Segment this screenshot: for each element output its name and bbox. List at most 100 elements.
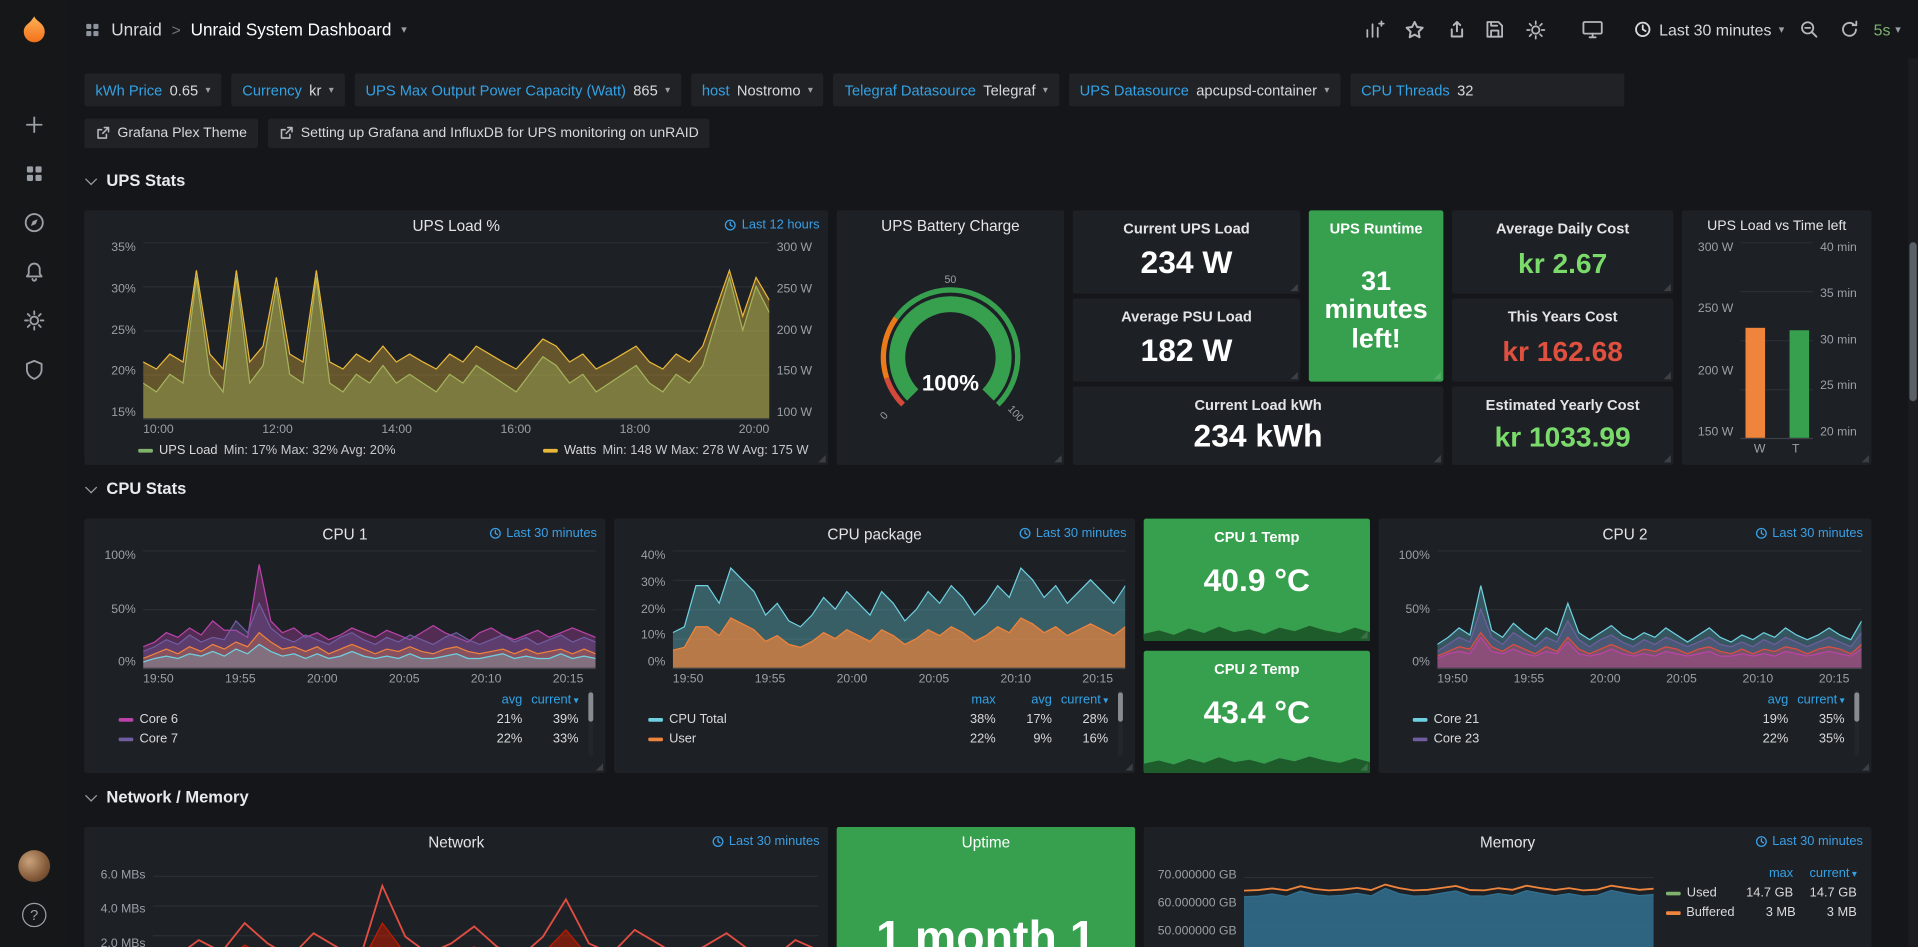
panel-time-badge[interactable]: Last 30 minutes <box>1755 834 1863 849</box>
legend-sort-current[interactable]: current <box>1788 692 1844 707</box>
dashboard-link-ups-monitoring[interactable]: Setting up Grafana and InfluxDB for UPS … <box>268 119 710 148</box>
variable-host[interactable]: host Nostromo ▾ <box>691 73 824 106</box>
bar-chart[interactable] <box>1741 242 1813 439</box>
zoom-out-button[interactable] <box>1793 13 1825 45</box>
legend-sort-current[interactable]: current <box>1052 692 1108 707</box>
series-label[interactable]: Buffered <box>1686 905 1734 920</box>
add-panel-button[interactable] <box>1358 13 1390 45</box>
series-color-swatch[interactable] <box>1666 891 1681 895</box>
panel-header[interactable]: Network Last 30 minutes <box>84 827 828 859</box>
variable-ups-max-output[interactable]: UPS Max Output Power Capacity (Watt) 865… <box>354 73 681 106</box>
variable-cpu-threads[interactable]: CPU Threads 32 <box>1350 73 1625 106</box>
panel-title[interactable]: CPU 1 Temp <box>1214 519 1299 546</box>
panel-header[interactable]: CPU package Last 30 minutes <box>614 519 1135 551</box>
sidebar-item-explore[interactable] <box>0 198 68 247</box>
series-label[interactable]: CPU Total <box>669 712 939 727</box>
cpu1-time-series[interactable] <box>143 550 596 669</box>
panel-time-badge[interactable]: Last 12 hours <box>725 218 820 233</box>
tv-mode-button[interactable] <box>1577 13 1609 45</box>
legend-item-ups-load[interactable]: UPS Load Min: 17% Max: 32% Avg: 20% <box>138 443 395 458</box>
bar-T[interactable] <box>1789 330 1809 438</box>
time-range-picker[interactable]: Last 30 minutes ▾ <box>1635 20 1785 38</box>
scrollbar-thumb[interactable] <box>588 692 593 721</box>
series-label[interactable]: Core 6 <box>139 712 466 727</box>
refresh-interval-picker[interactable]: 5s ▾ <box>1874 20 1901 38</box>
panel-title[interactable]: UPS Battery Charge <box>837 210 1065 242</box>
series-label[interactable]: Core 23 <box>1434 731 1732 746</box>
sidebar-item-dashboards[interactable] <box>0 149 68 198</box>
save-button[interactable] <box>1479 13 1511 45</box>
sidebar-item-admin[interactable] <box>0 345 68 394</box>
variable-ups-datasource[interactable]: UPS Datasource apcupsd-container ▾ <box>1069 73 1341 106</box>
panel-title[interactable]: Uptime <box>837 827 1135 859</box>
sidebar-item-alerting[interactable] <box>0 247 68 296</box>
legend-sort-max[interactable]: max <box>1730 866 1794 881</box>
variable-currency[interactable]: Currency kr ▾ <box>231 73 344 106</box>
legend-sort-avg[interactable]: avg <box>466 692 522 707</box>
series-color-swatch[interactable] <box>1413 717 1428 721</box>
panel-title[interactable]: UPS Load % <box>84 210 828 242</box>
panel-header[interactable]: UPS Battery Charge <box>837 210 1065 242</box>
variable-kwh-price[interactable]: kWh Price 0.65 ▾ <box>84 73 221 106</box>
sidebar-item-configuration[interactable] <box>0 296 68 345</box>
dashboard-link-plex-theme[interactable]: Grafana Plex Theme <box>84 119 258 148</box>
legend-scrollbar[interactable] <box>1118 690 1123 756</box>
panel-title[interactable]: Current Load kWh <box>1194 387 1321 414</box>
favorite-button[interactable] <box>1399 13 1431 45</box>
row-ups-stats[interactable]: UPS Stats <box>84 171 185 189</box>
sidebar-item-create[interactable] <box>0 100 68 149</box>
panel-header[interactable]: UPS Load % Last 12 hours <box>84 210 828 242</box>
bar-W[interactable] <box>1745 328 1765 438</box>
panel-time-badge[interactable]: Last 30 minutes <box>1019 526 1127 541</box>
panel-title[interactable]: Current UPS Load <box>1123 210 1249 237</box>
help-button[interactable]: ? <box>0 890 68 939</box>
series-color-swatch[interactable] <box>648 717 663 721</box>
panel-title[interactable]: UPS Runtime <box>1330 210 1423 237</box>
panel-title[interactable]: CPU 2 Temp <box>1214 651 1299 678</box>
legend-scrollbar[interactable] <box>588 690 593 756</box>
legend-sort-current[interactable]: current <box>522 692 578 707</box>
panel-title[interactable]: Average PSU Load <box>1121 298 1252 325</box>
user-avatar[interactable] <box>0 842 68 891</box>
dashboard-title[interactable]: Unraid System Dashboard <box>191 20 392 40</box>
panel-title[interactable]: UPS Load vs Time left <box>1682 210 1872 242</box>
series-color-swatch[interactable] <box>648 737 663 741</box>
legend-sort-avg[interactable]: avg <box>1732 692 1788 707</box>
row-network-memory[interactable]: Network / Memory <box>84 788 248 806</box>
grafana-logo[interactable] <box>0 0 68 64</box>
legend-scrollbar[interactable] <box>1854 690 1859 756</box>
scrollbar-thumb[interactable] <box>1854 692 1859 721</box>
cpu2-time-series[interactable] <box>1437 550 1861 669</box>
series-color-swatch[interactable] <box>119 717 134 721</box>
panel-title[interactable]: Average Daily Cost <box>1496 210 1629 237</box>
share-button[interactable] <box>1439 13 1471 45</box>
page-scrollbar[interactable] <box>1908 59 1918 947</box>
row-cpu-stats[interactable]: CPU Stats <box>84 479 186 497</box>
series-label[interactable]: User <box>669 731 939 746</box>
breadcrumb-folder[interactable]: Unraid <box>111 20 161 40</box>
series-color-swatch[interactable] <box>1666 911 1680 915</box>
legend-sort-avg[interactable]: avg <box>996 692 1052 707</box>
panel-header[interactable]: UPS Load vs Time left <box>1682 210 1872 242</box>
settings-button[interactable] <box>1520 13 1552 45</box>
refresh-button[interactable] <box>1833 13 1865 45</box>
cpu-threads-input[interactable]: 32 <box>1457 81 1614 98</box>
ups-load-time-series[interactable] <box>143 242 769 419</box>
series-label[interactable]: Core 7 <box>139 731 466 746</box>
panel-time-badge[interactable]: Last 30 minutes <box>489 526 597 541</box>
panel-header[interactable]: Memory Last 30 minutes <box>1144 827 1872 859</box>
memory-time-series[interactable] <box>1244 864 1654 947</box>
series-label[interactable]: Core 21 <box>1434 712 1732 727</box>
series-label[interactable]: Used <box>1687 886 1730 901</box>
panel-time-badge[interactable]: Last 30 minutes <box>1755 526 1863 541</box>
panel-header[interactable]: CPU 1 Last 30 minutes <box>84 519 605 551</box>
panel-time-badge[interactable]: Last 30 minutes <box>712 834 820 849</box>
cpu-package-time-series[interactable] <box>673 550 1126 669</box>
scrollbar-thumb[interactable] <box>1909 242 1916 401</box>
series-color-swatch[interactable] <box>119 737 134 741</box>
panel-header[interactable]: CPU 2 Last 30 minutes <box>1379 519 1872 551</box>
legend-sort-current[interactable]: current <box>1793 866 1857 881</box>
variable-telegraf-datasource[interactable]: Telegraf Datasource Telegraf ▾ <box>834 73 1059 106</box>
legend-sort-max[interactable]: max <box>939 692 995 707</box>
series-color-swatch[interactable] <box>1413 737 1428 741</box>
